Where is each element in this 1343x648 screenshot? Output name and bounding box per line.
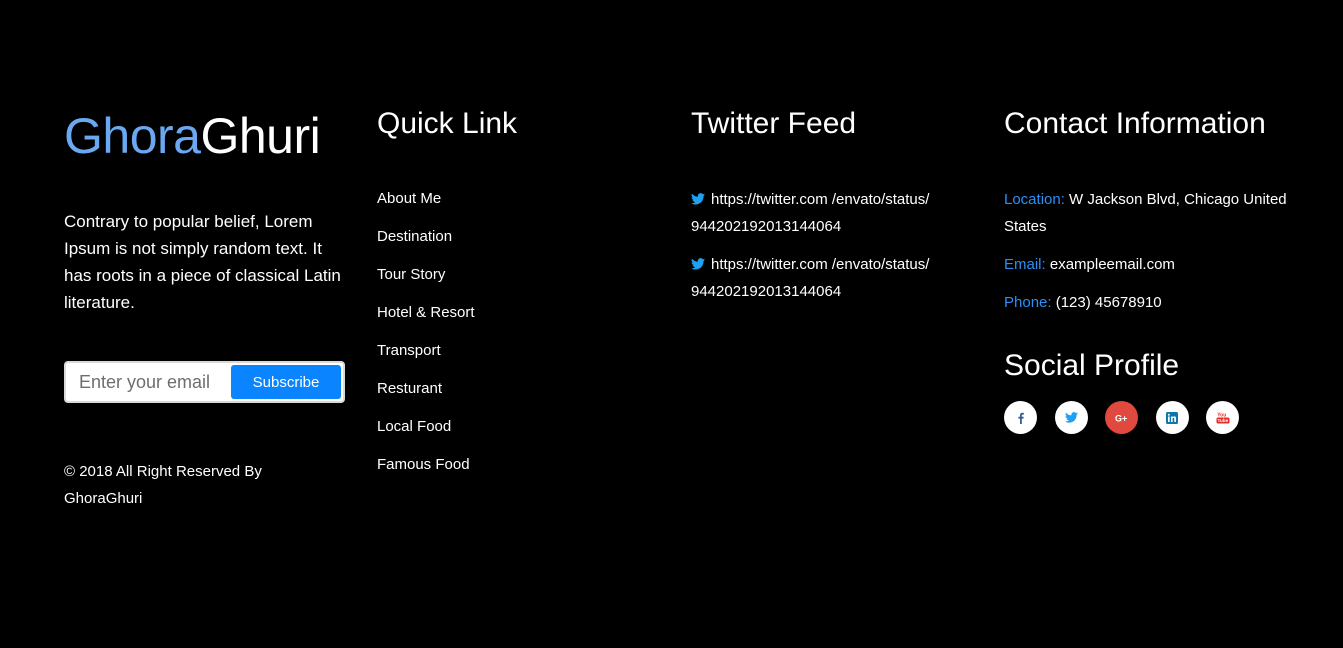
quick-link-destination[interactable]: Destination [377, 228, 452, 245]
brand-logo-part2: Ghuri [200, 108, 321, 164]
email-value[interactable]: exampleemail.com [1046, 256, 1175, 273]
quick-link-item: Resturant [377, 378, 475, 416]
google-plus-icon: G+ [1115, 413, 1127, 423]
email-label: Email: [1004, 256, 1046, 273]
brand-description: Contrary to popular belief, Lorem Ipsum … [64, 212, 341, 312]
quick-link-transport[interactable]: Transport [377, 342, 441, 359]
phone-value[interactable]: (123) 45678910 [1052, 294, 1162, 311]
quick-link-hotel-resort[interactable]: Hotel & Resort [377, 304, 475, 321]
google-plus-button[interactable]: G+ [1105, 401, 1138, 434]
quick-link-about-me[interactable]: About Me [377, 190, 441, 207]
subscribe-form: Subscribe [64, 361, 345, 403]
subscribe-button[interactable]: Subscribe [231, 365, 341, 399]
quick-link-item: Transport [377, 340, 475, 378]
tweet-list: https://twitter.com /envato/status/ 9442… [691, 186, 961, 316]
brand-logo-part1: Ghora [64, 108, 201, 164]
youtube-button[interactable]: You Tube [1206, 401, 1239, 434]
contact-list: Location: W Jackson Blvd, Chicago United… [1004, 186, 1294, 327]
social-profile-title: Social Profile [1004, 349, 1180, 382]
quick-link-famous-food[interactable]: Famous Food [377, 456, 470, 473]
quick-links-title: Quick Link [377, 107, 518, 140]
contact-information-title: Contact Information [1004, 107, 1266, 140]
tweet-item: https://twitter.com /envato/status/ 9442… [691, 186, 961, 240]
contact-column: Contact Information Location: W Jackson … [1004, 107, 1304, 434]
phone-label: Phone: [1004, 294, 1052, 311]
twitter-column: Twitter Feed https://twitter.com /envato… [691, 107, 976, 300]
quick-link-item: Tour Story [377, 264, 475, 302]
svg-text:G+: G+ [1115, 413, 1127, 423]
quick-link-item: Destination [377, 226, 475, 264]
twitter-feed-title: Twitter Feed [691, 107, 857, 140]
brand-logo[interactable]: GhoraGhuri [64, 108, 349, 164]
linkedin-button[interactable] [1155, 401, 1189, 434]
contact-email: Email: exampleemail.com [1004, 251, 1294, 278]
facebook-icon [1017, 412, 1024, 424]
copyright-text: © 2018 All Right Reserved By GhoraGhuri [64, 463, 262, 507]
twitter-icon [1064, 412, 1078, 423]
footer: GhoraGhuri Contrary to popular belief, L… [0, 0, 1343, 648]
youtube-icon: You Tube [1216, 412, 1229, 423]
tweet-link[interactable]: https://twitter.com /envato/status/ 9442… [691, 191, 929, 235]
quick-link-item: Hotel & Resort [377, 302, 475, 340]
location-label: Location: [1004, 191, 1065, 208]
linkedin-icon [1166, 411, 1178, 424]
quick-link-local-food[interactable]: Local Food [377, 418, 451, 435]
svg-text:Tube: Tube [1217, 418, 1228, 423]
quick-links-column: Quick Link About Me Destination Tour Sto… [377, 107, 657, 474]
facebook-button[interactable] [1004, 401, 1037, 434]
quick-link-item: Famous Food [377, 454, 475, 492]
twitter-bird-icon [691, 258, 705, 270]
twitter-button[interactable] [1054, 401, 1088, 434]
quick-link-tour-story[interactable]: Tour Story [377, 266, 445, 283]
twitter-bird-icon [691, 193, 705, 205]
quick-link-resturant[interactable]: Resturant [377, 380, 442, 397]
email-input[interactable] [66, 363, 229, 401]
contact-location: Location: W Jackson Blvd, Chicago United… [1004, 186, 1294, 240]
quick-links-list: About Me Destination Tour Story Hotel & … [377, 188, 475, 492]
contact-phone: Phone: (123) 45678910 [1004, 289, 1294, 316]
tweet-item: https://twitter.com /envato/status/ 9442… [691, 251, 961, 305]
quick-link-item: Local Food [377, 416, 475, 454]
quick-link-item: About Me [377, 188, 475, 226]
tweet-link[interactable]: https://twitter.com /envato/status/ 9442… [691, 256, 929, 300]
brand-column: GhoraGhuri Contrary to popular belief, L… [64, 108, 349, 507]
social-icons: G+ You Tube [1004, 401, 1257, 434]
